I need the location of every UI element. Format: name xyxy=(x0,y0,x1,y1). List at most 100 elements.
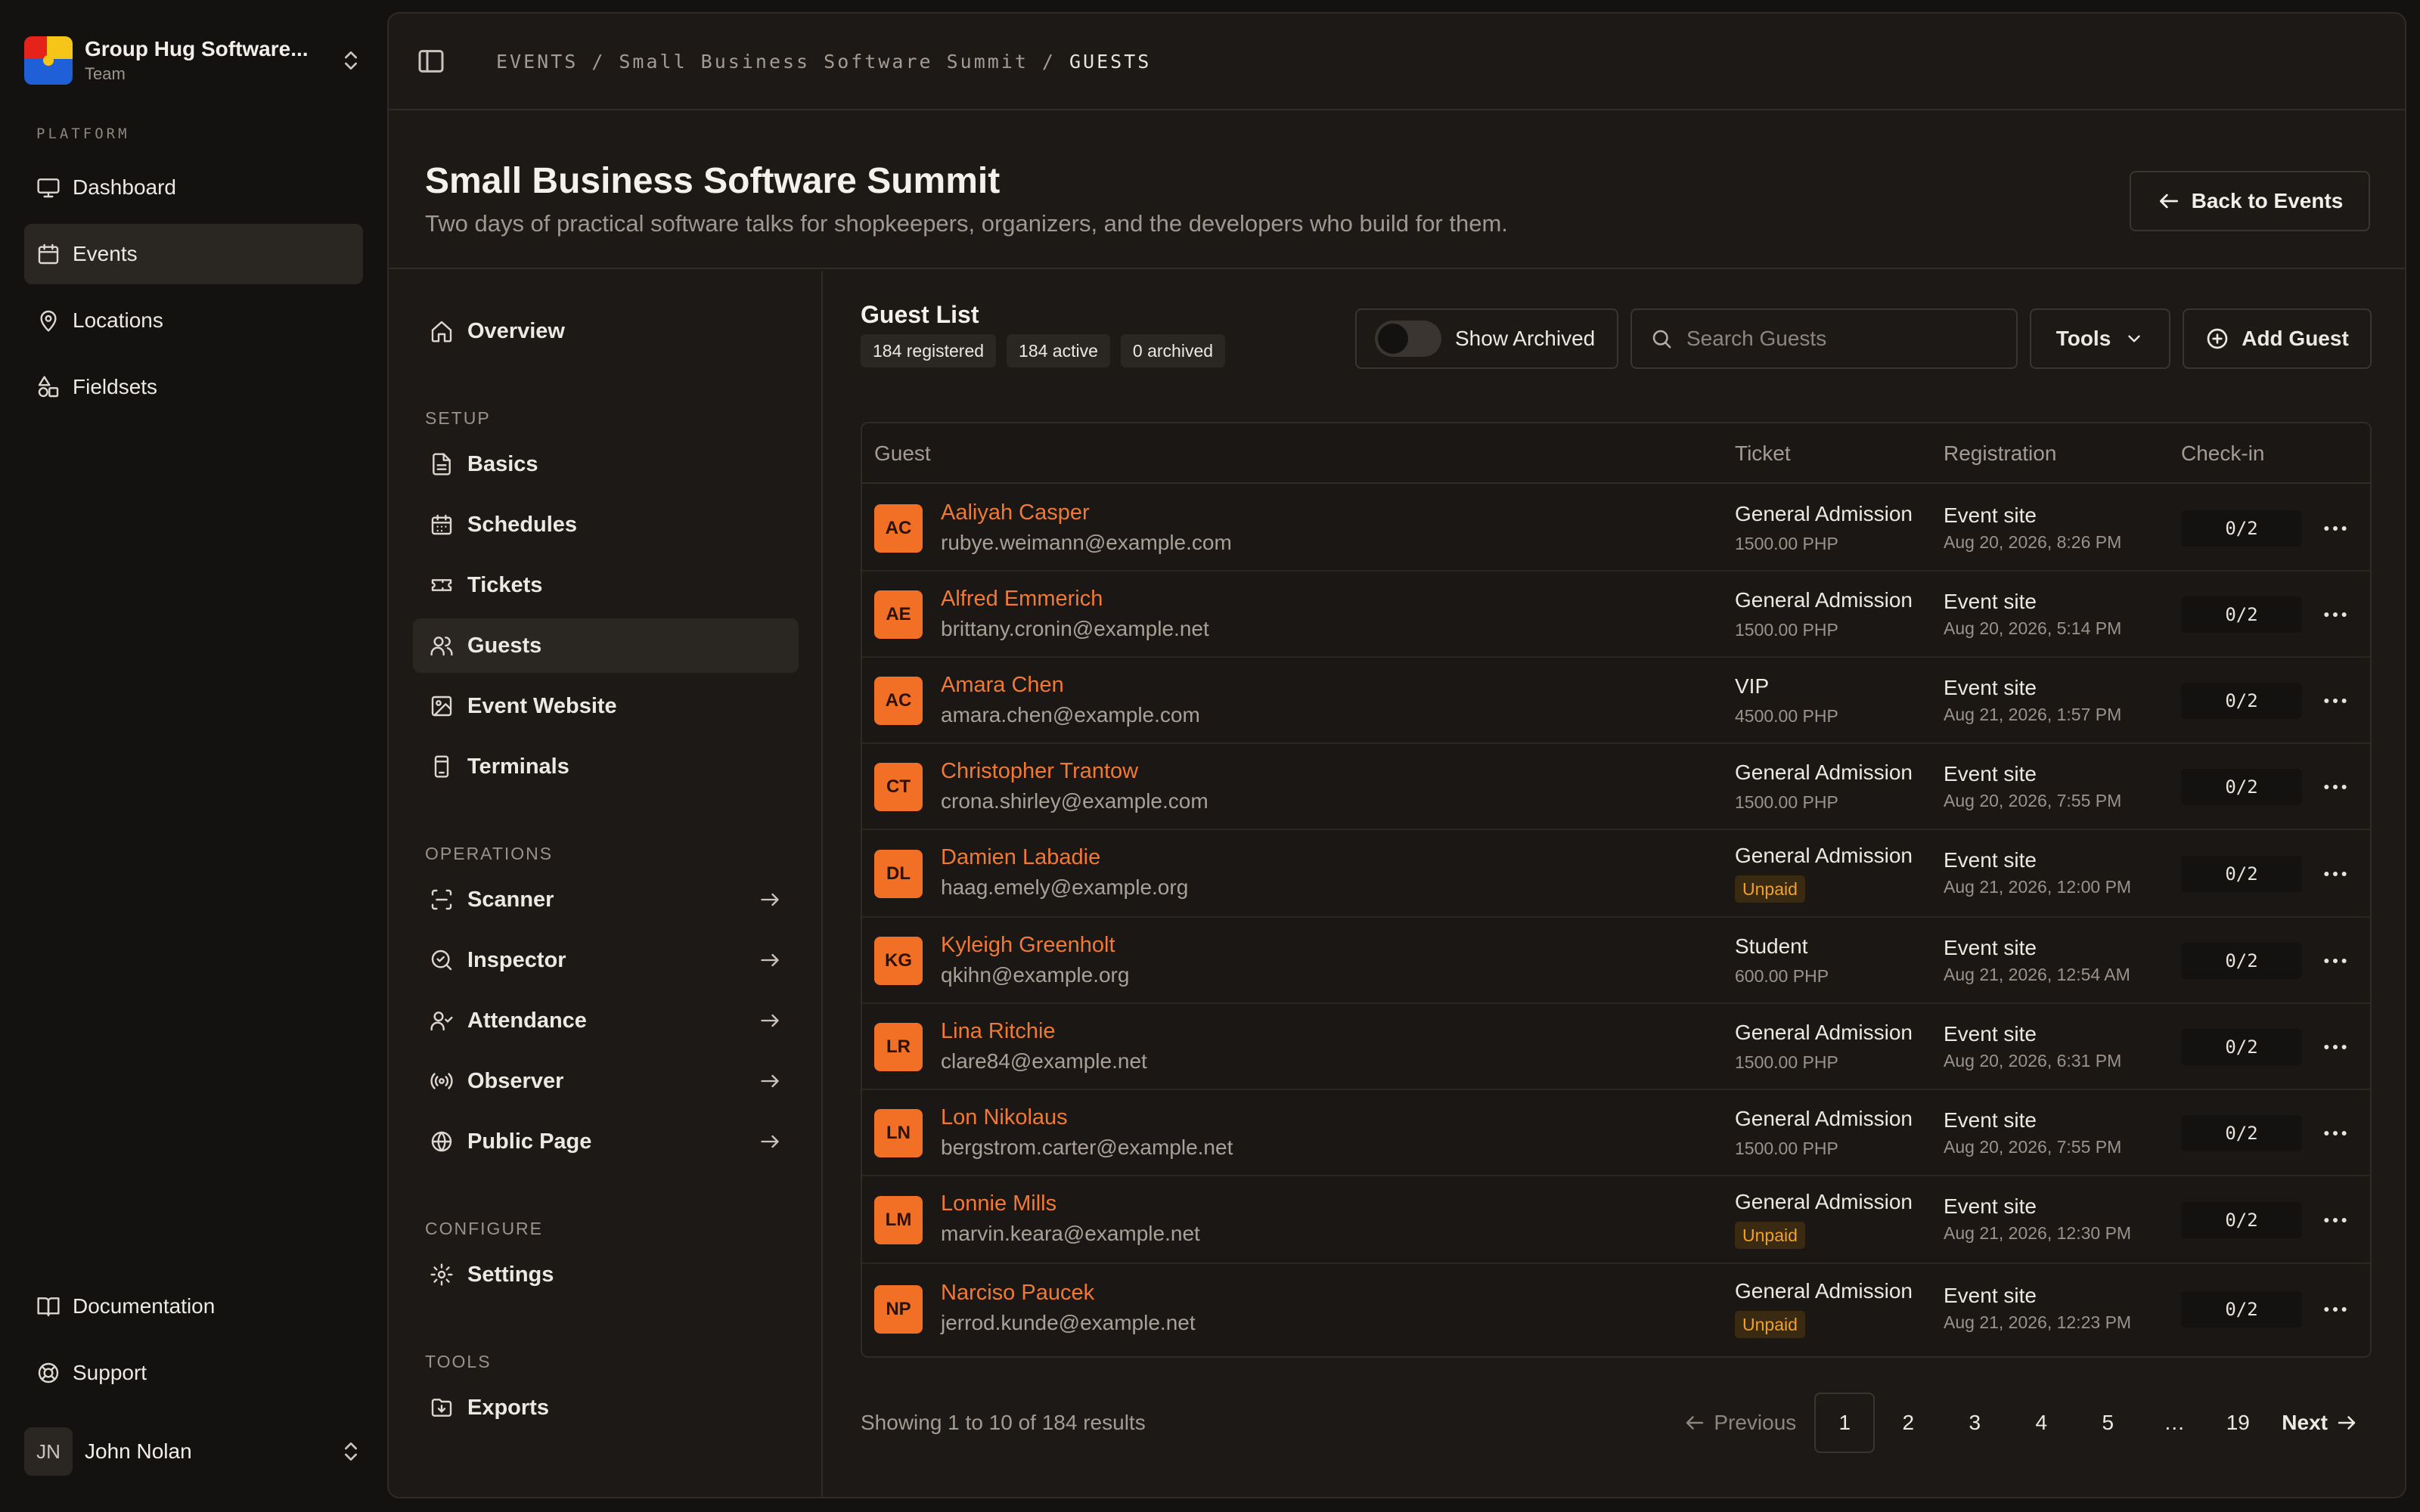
guest-name-link[interactable]: Lon Nikolaus xyxy=(941,1105,1068,1130)
subnav-label: Overview xyxy=(467,318,565,343)
show-archived-toggle[interactable]: Show Archived xyxy=(1355,308,1618,369)
user-check-icon xyxy=(430,1009,454,1033)
subnav-item-terminals[interactable]: Terminals xyxy=(413,739,799,794)
page-button-1[interactable]: 1 xyxy=(1814,1393,1876,1453)
more-horizontal-icon[interactable] xyxy=(2320,1294,2350,1325)
subnav-item-attendance[interactable]: Attendance xyxy=(413,993,799,1048)
more-horizontal-icon[interactable] xyxy=(2320,1118,2350,1148)
table-header: Guest Ticket Registration Check-in xyxy=(862,423,2370,484)
breadcrumb-event[interactable]: Small Business Software Summit xyxy=(619,51,1028,73)
subnav-item-event-website[interactable]: Event Website xyxy=(413,679,799,733)
pagination: Previous 1 2 3 4 5 … 19 Next xyxy=(1665,1393,2372,1453)
guest-name-link[interactable]: Narciso Paucek xyxy=(941,1281,1094,1306)
page-button-3[interactable]: 3 xyxy=(1941,1393,2008,1453)
toggle-switch[interactable] xyxy=(1375,321,1441,357)
table-row[interactable]: LM Lonnie Mills marvin.keara@example.net… xyxy=(862,1176,2370,1264)
back-to-events-button[interactable]: Back to Events xyxy=(2130,171,2370,231)
avatar: JN xyxy=(24,1427,73,1476)
sidebar-item-documentation[interactable]: Documentation xyxy=(24,1276,363,1337)
guest-name-link[interactable]: Kyleigh Greenholt xyxy=(941,933,1115,958)
table-row[interactable]: AE Alfred Emmerich brittany.cronin@examp… xyxy=(862,572,2370,658)
guest-name-link[interactable]: Christopher Trantow xyxy=(941,759,1138,784)
more-horizontal-icon[interactable] xyxy=(2320,600,2350,630)
more-horizontal-icon[interactable] xyxy=(2320,946,2350,976)
subnav-item-scanner[interactable]: Scanner xyxy=(413,872,799,927)
sidebar-item-fieldsets[interactable]: Fieldsets xyxy=(24,357,363,417)
team-switcher[interactable]: Group Hug Software... Team xyxy=(24,27,363,94)
table-row[interactable]: CT Christopher Trantow crona.shirley@exa… xyxy=(862,744,2370,830)
column-ticket[interactable]: Ticket xyxy=(1735,442,1791,466)
sidebar-item-label: Dashboard xyxy=(73,175,176,199)
subnav-item-public-page[interactable]: Public Page xyxy=(413,1114,799,1169)
table-row[interactable]: AC Aaliyah Casper rubye.weimann@example.… xyxy=(862,485,2370,572)
subnav-item-observer[interactable]: Observer xyxy=(413,1054,799,1108)
column-registration[interactable]: Registration xyxy=(1944,442,2056,466)
more-horizontal-icon[interactable] xyxy=(2320,1205,2350,1235)
checkin-count: 0/2 xyxy=(2181,1029,2302,1065)
subnav-item-basics[interactable]: Basics xyxy=(413,437,799,491)
sidebar-item-dashboard[interactable]: Dashboard xyxy=(24,157,363,218)
subnav-item-overview[interactable]: Overview xyxy=(413,304,799,358)
guest-table: Guest Ticket Registration Check-in AC Aa… xyxy=(861,422,2372,1358)
guest-avatar: AC xyxy=(874,677,923,725)
previous-page-button[interactable]: Previous xyxy=(1665,1393,1814,1453)
guest-name-link[interactable]: Amara Chen xyxy=(941,673,1064,698)
subnav-label: Settings xyxy=(467,1262,554,1287)
sidebar-item-events[interactable]: Events xyxy=(24,224,363,284)
table-row[interactable]: DL Damien Labadie haag.emely@example.org… xyxy=(862,830,2370,918)
ticket-price: 4500.00 PHP xyxy=(1735,706,1838,726)
subnav-item-settings[interactable]: Settings xyxy=(413,1247,799,1302)
subnav-item-guests[interactable]: Guests xyxy=(413,618,799,673)
map-pin-icon xyxy=(36,308,60,333)
tools-dropdown[interactable]: Tools xyxy=(2030,308,2170,369)
pagination-summary: Showing 1 to 10 of 184 results xyxy=(861,1411,1146,1434)
guest-list-title: Guest List xyxy=(861,301,979,328)
user-menu[interactable]: JN John Nolan xyxy=(24,1421,363,1482)
page-button-19[interactable]: 19 xyxy=(2207,1393,2268,1453)
breadcrumb-events[interactable]: EVENTS xyxy=(496,51,578,73)
column-checkin[interactable]: Check-in xyxy=(2181,442,2264,466)
subnav-item-inspector[interactable]: Inspector xyxy=(413,933,799,987)
scan-icon xyxy=(430,888,454,912)
subnav-item-exports[interactable]: Exports xyxy=(413,1380,799,1435)
more-horizontal-icon[interactable] xyxy=(2320,859,2350,889)
ticket-type: General Admission xyxy=(1735,844,1913,867)
table-row[interactable]: LN Lon Nikolaus bergstrom.carter@example… xyxy=(862,1090,2370,1176)
more-horizontal-icon[interactable] xyxy=(2320,1032,2350,1062)
registration-source: Event site xyxy=(1944,762,2037,785)
subnav-item-tickets[interactable]: Tickets xyxy=(413,558,799,612)
page-button-4[interactable]: 4 xyxy=(2008,1393,2074,1453)
guest-name-link[interactable]: Lina Ritchie xyxy=(941,1019,1056,1044)
sidebar-item-locations[interactable]: Locations xyxy=(24,290,363,351)
sidebar-item-support[interactable]: Support xyxy=(24,1343,363,1403)
search-input[interactable]: Search Guests xyxy=(1630,308,2018,369)
more-horizontal-icon[interactable] xyxy=(2320,686,2350,716)
next-page-button[interactable]: Next xyxy=(2268,1393,2372,1453)
registration-source: Event site xyxy=(1944,1022,2037,1046)
more-horizontal-icon[interactable] xyxy=(2320,513,2350,544)
more-horizontal-icon[interactable] xyxy=(2320,772,2350,802)
plus-circle-icon xyxy=(2205,327,2229,351)
guest-name-link[interactable]: Lonnie Mills xyxy=(941,1191,1056,1216)
subnav-label: Terminals xyxy=(467,754,569,779)
subnav-item-schedules[interactable]: Schedules xyxy=(413,497,799,552)
guest-name-link[interactable]: Damien Labadie xyxy=(941,845,1100,870)
archived-badge: 0 archived xyxy=(1120,334,1226,367)
chevrons-up-down-icon xyxy=(339,48,363,73)
table-row[interactable]: AC Amara Chen amara.chen@example.com VIP… xyxy=(862,658,2370,744)
add-guest-button[interactable]: Add Guest xyxy=(2183,308,2372,369)
team-name: Group Hug Software... xyxy=(85,37,309,60)
ticket-price: 1500.00 PHP xyxy=(1735,1052,1838,1072)
sidebar-toggle-icon[interactable] xyxy=(416,46,446,76)
page-button-2[interactable]: 2 xyxy=(1875,1393,1941,1453)
table-row[interactable]: NP Narciso Paucek jerrod.kunde@example.n… xyxy=(862,1264,2370,1356)
guest-avatar: LM xyxy=(874,1196,923,1244)
column-guest[interactable]: Guest xyxy=(874,442,931,466)
broadcast-icon xyxy=(430,1069,454,1093)
table-row[interactable]: LR Lina Ritchie clare84@example.net Gene… xyxy=(862,1004,2370,1090)
table-row[interactable]: KG Kyleigh Greenholt qkihn@example.org S… xyxy=(862,918,2370,1004)
guest-name-link[interactable]: Aaliyah Casper xyxy=(941,500,1090,525)
guest-name-link[interactable]: Alfred Emmerich xyxy=(941,587,1103,612)
folder-download-icon xyxy=(430,1396,454,1420)
page-button-5[interactable]: 5 xyxy=(2074,1393,2141,1453)
